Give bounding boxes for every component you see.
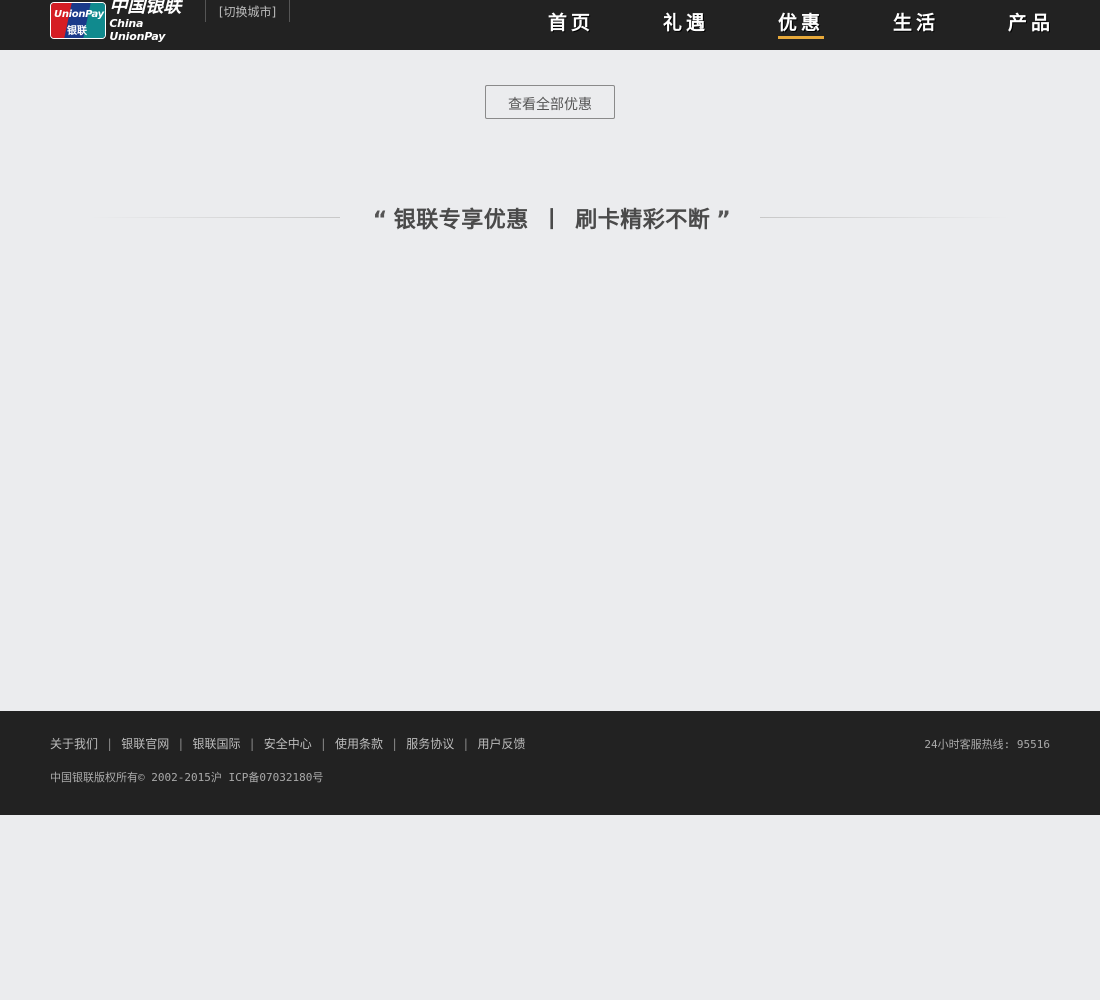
- page-footer: 关于我们 | 银联官网 | 银联国际 | 安全中心 | 使用条款 | 服务协议 …: [0, 711, 1100, 815]
- nav-item-label: 生活: [892, 12, 939, 34]
- divider-line-left: [90, 217, 340, 218]
- footer-link-official-site[interactable]: 银联官网: [121, 735, 169, 752]
- unionpay-logo[interactable]: UnionPay 银联 中国银联 China UnionPay: [50, 0, 200, 43]
- slogan-text: “银联专享优惠丨刷卡精彩不断”: [366, 202, 738, 234]
- nav-item-home[interactable]: 首页: [475, 0, 590, 50]
- footer-link-feedback[interactable]: 用户反馈: [478, 735, 526, 752]
- nav-item-label: 产品: [1007, 12, 1054, 34]
- hotline-text: 24小时客服热线: 95516: [924, 738, 1050, 751]
- divider-line-right: [760, 217, 1010, 218]
- copyright-text: 中国银联版权所有© 2002-2015沪 ICP备07032180号: [50, 771, 324, 784]
- nav-item-label: 首页: [547, 12, 594, 34]
- view-all-offers-button[interactable]: 查看全部优惠: [485, 85, 615, 119]
- slogan-part-1: 银联专享优惠: [393, 208, 529, 233]
- logo-name-cn: 中国银联: [109, 0, 182, 17]
- footer-separator: |: [248, 736, 256, 751]
- footer-separator: |: [462, 736, 470, 751]
- footer-link-security[interactable]: 安全中心: [264, 735, 312, 752]
- open-quote: “: [372, 208, 388, 233]
- footer-links: 关于我们 | 银联官网 | 银联国际 | 安全中心 | 使用条款 | 服务协议 …: [50, 735, 526, 752]
- unionpay-card-icon: UnionPay 银联: [50, 1, 107, 39]
- nav-item-privileges[interactable]: 礼遇: [590, 0, 705, 50]
- footer-separator: |: [319, 736, 327, 751]
- logo-wordmark: 中国银联 China UnionPay: [109, 0, 200, 43]
- footer-link-about[interactable]: 关于我们: [50, 735, 98, 752]
- footer-separator: |: [177, 736, 185, 751]
- close-quote: ”: [716, 208, 732, 233]
- footer-separator: |: [106, 736, 114, 751]
- city-switch-link[interactable]: [切换城市]: [205, 0, 290, 22]
- nav-item-label: 礼遇: [662, 12, 709, 34]
- slogan-part-2: 刷卡精彩不断: [575, 208, 711, 233]
- nav-item-life[interactable]: 生活: [820, 0, 935, 50]
- main-nav: 首页 礼遇 优惠 生活 产品: [475, 0, 1050, 50]
- footer-link-terms[interactable]: 使用条款: [335, 735, 383, 752]
- slogan-banner: “银联专享优惠丨刷卡精彩不断”: [90, 200, 1010, 236]
- top-header: UnionPay 银联 中国银联 China UnionPay [切换城市] 首…: [0, 0, 1100, 50]
- nav-item-products[interactable]: 产品: [935, 0, 1050, 50]
- slogan-divider: 丨: [540, 208, 564, 233]
- nav-item-label: 优惠: [777, 11, 824, 39]
- footer-link-service-agreement[interactable]: 服务协议: [406, 735, 454, 752]
- nav-item-offers[interactable]: 优惠: [705, 0, 824, 50]
- logo-card-text-cn: 银联: [67, 25, 87, 37]
- footer-link-international[interactable]: 银联国际: [193, 735, 241, 752]
- footer-separator: |: [391, 736, 399, 751]
- logo-name-en: China UnionPay: [109, 17, 166, 43]
- logo-card-text-en: UnionPay: [54, 8, 104, 20]
